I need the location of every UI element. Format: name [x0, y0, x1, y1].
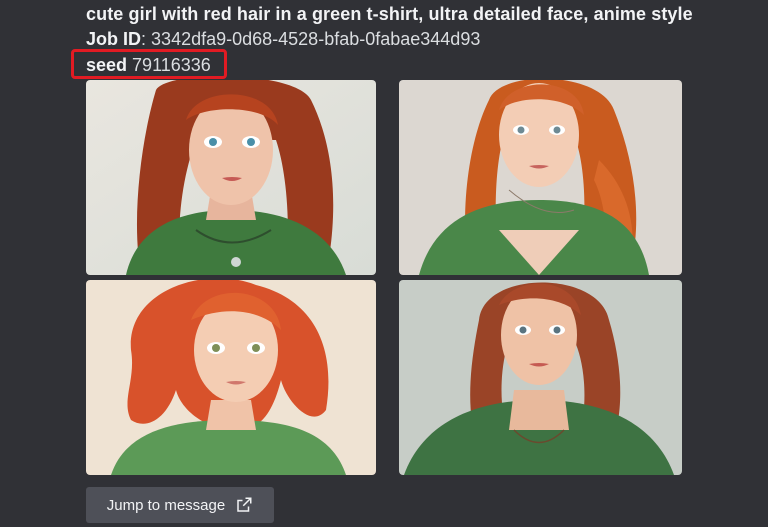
portrait-image-3	[86, 280, 376, 475]
jump-label: Jump to message	[106, 496, 226, 514]
job-id-row: Job ID: 3342dfa9-0d68-4528-bfab-0fabae34…	[86, 29, 480, 50]
job-id-label: Job ID	[86, 29, 142, 49]
portrait-image-1	[86, 80, 376, 275]
image-grid	[86, 80, 682, 477]
generated-image-4[interactable]	[399, 280, 682, 475]
generated-image-3[interactable]	[86, 280, 376, 475]
bot-message: cute girl with red hair in a green t-shi…	[0, 0, 768, 527]
portrait-image-4	[399, 280, 682, 475]
job-id-separator: :	[141, 29, 147, 49]
prompt-text: cute girl with red hair in a green t-shi…	[86, 4, 693, 24]
job-id-value: 3342dfa9-0d68-4528-bfab-0fabae344d93	[151, 29, 481, 49]
generated-image-2[interactable]	[399, 80, 682, 275]
generated-image-1[interactable]	[86, 80, 376, 275]
portrait-image-2	[399, 80, 682, 275]
external-link-icon	[237, 497, 252, 512]
seed-highlight-box	[71, 49, 227, 79]
jump-to-message-button[interactable]: Jump to message	[86, 487, 274, 523]
